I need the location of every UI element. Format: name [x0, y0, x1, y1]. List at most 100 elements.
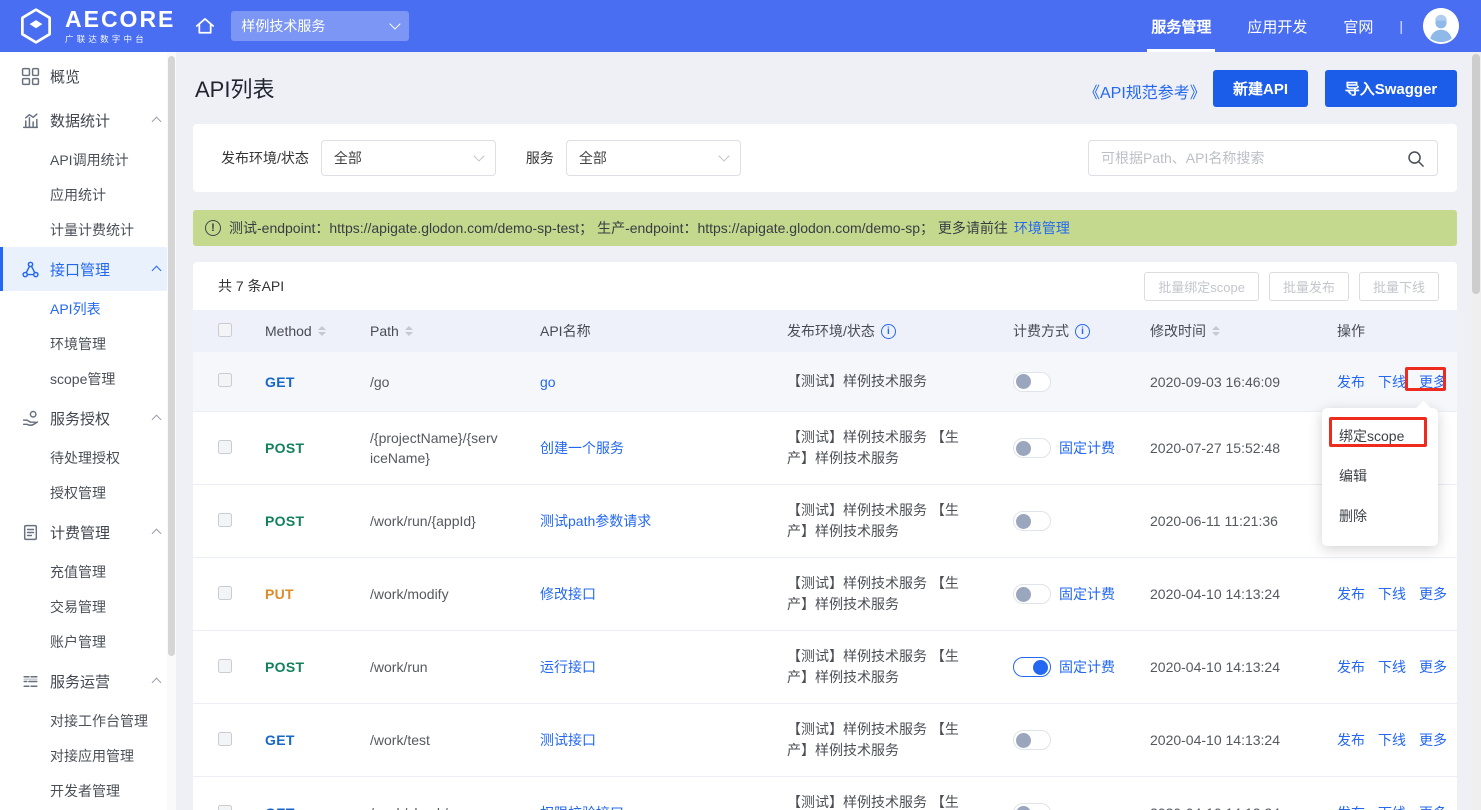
sidebar-item[interactable]: 计量计费统计 [0, 212, 176, 247]
billing-toggle[interactable] [1013, 511, 1051, 531]
action-link[interactable]: 更多 [1419, 803, 1447, 810]
sort-icon[interactable] [1212, 326, 1220, 336]
action-link[interactable]: 发布 [1337, 584, 1365, 604]
row-checkbox[interactable] [218, 732, 232, 746]
action-link[interactable]: 下线 [1378, 730, 1406, 750]
sort-icon[interactable] [318, 326, 326, 336]
action-link[interactable]: 更多 [1419, 584, 1447, 604]
api-name-link[interactable]: 修改接口 [540, 586, 596, 602]
search-input[interactable] [1089, 150, 1406, 166]
billing-toggle[interactable] [1013, 438, 1051, 458]
search-box [1088, 140, 1438, 176]
row-checkbox[interactable] [218, 586, 232, 600]
sidebar-item[interactable]: 待处理授权 [0, 440, 176, 475]
env-status-cell: 【测试】样例技术服务 【生产】样例技术服务 [787, 573, 1013, 615]
billing-toggle[interactable] [1013, 730, 1051, 750]
action-link[interactable]: 发布 [1337, 372, 1365, 392]
env-manage-link[interactable]: 环境管理 [1014, 218, 1070, 238]
action-link[interactable]: 下线 [1378, 372, 1406, 392]
path-cell: /work/run/{appId} [370, 511, 540, 531]
select-all-checkbox[interactable] [218, 323, 232, 337]
home-icon[interactable] [193, 14, 217, 38]
action-link[interactable]: 发布 [1337, 657, 1365, 677]
path-cell: /go [370, 372, 540, 392]
topbar-nav-item[interactable]: 服务管理 [1151, 0, 1211, 52]
method-cell: PUT [265, 586, 370, 602]
sidebar-group[interactable]: 服务运营 [0, 659, 176, 703]
sidebar-item[interactable]: 充值管理 [0, 554, 176, 589]
action-link[interactable]: 更多 [1419, 657, 1447, 677]
sidebar-item[interactable]: 开发者管理 [0, 773, 176, 808]
menu-item[interactable]: 绑定scope [1322, 416, 1438, 456]
row-checkbox[interactable] [218, 440, 232, 454]
action-link[interactable]: 发布 [1337, 803, 1365, 810]
billing-type-link[interactable]: 固定计费 [1059, 657, 1115, 677]
billing-toggle[interactable] [1013, 657, 1051, 677]
row-checkbox-cell [218, 513, 265, 530]
billing-toggle[interactable] [1013, 584, 1051, 604]
topbar-nav-item[interactable]: 应用开发 [1247, 0, 1307, 52]
avatar[interactable] [1423, 8, 1459, 44]
action-link[interactable]: 下线 [1378, 803, 1406, 810]
sidebar-group[interactable]: 概览 [0, 54, 176, 98]
billing-type-link[interactable]: 固定计费 [1059, 438, 1115, 458]
action-link[interactable]: 更多 [1419, 730, 1447, 750]
batch-button[interactable]: 批量下线 [1359, 272, 1439, 301]
service-filter-select[interactable]: 全部 [566, 140, 741, 176]
search-icon[interactable] [1406, 149, 1425, 168]
page-scrollbar-thumb[interactable] [1472, 54, 1480, 294]
row-checkbox[interactable] [218, 513, 232, 527]
modified-time: 2020-09-03 16:46:09 [1150, 374, 1337, 390]
action-link[interactable]: 发布 [1337, 730, 1365, 750]
chevron-up-icon [152, 266, 162, 276]
sidebar-group[interactable]: 计费管理 [0, 510, 176, 554]
env-filter-select[interactable]: 全部 [321, 140, 496, 176]
actions-cell: 发布下线更多 [1337, 657, 1457, 677]
api-name-link[interactable]: 创建一个服务 [540, 440, 624, 456]
sidebar-item[interactable]: scope管理 [0, 361, 176, 396]
sidebar-scrollbar[interactable] [167, 52, 176, 810]
billing-toggle[interactable] [1013, 803, 1051, 810]
sidebar-item[interactable]: 环境管理 [0, 326, 176, 361]
sidebar-item[interactable]: 账户管理 [0, 624, 176, 659]
sidebar-item[interactable]: 应用统计 [0, 177, 176, 212]
sidebar-item[interactable]: 对接应用管理 [0, 738, 176, 773]
sidebar-group-label: 服务运营 [50, 671, 110, 692]
row-checkbox[interactable] [218, 805, 232, 810]
sidebar-group[interactable]: 接口管理 [0, 247, 176, 291]
api-name-link[interactable]: go [540, 374, 556, 390]
api-name-link[interactable]: 运行接口 [540, 659, 596, 675]
sidebar-scrollbar-thumb[interactable] [168, 56, 175, 656]
chevron-up-icon [152, 529, 162, 539]
logo: AECORE 广联达数字中台 [0, 6, 175, 46]
sidebar-group[interactable]: 服务授权 [0, 396, 176, 440]
page-scrollbar[interactable] [1471, 52, 1481, 810]
row-checkbox[interactable] [218, 373, 232, 387]
sidebar-item[interactable]: API列表 [0, 291, 176, 326]
api-name-link[interactable]: 测试接口 [540, 732, 596, 748]
menu-item[interactable]: 编辑 [1322, 456, 1438, 496]
api-spec-link[interactable]: 《API规范参考》 [1084, 79, 1206, 103]
sidebar-group[interactable]: 数据统计 [0, 98, 176, 142]
billing-type-link[interactable]: 固定计费 [1059, 584, 1115, 604]
action-link[interactable]: 下线 [1378, 584, 1406, 604]
action-link[interactable]: 下线 [1378, 657, 1406, 677]
new-api-button[interactable]: 新建API [1213, 70, 1308, 107]
batch-button[interactable]: 批量发布 [1269, 272, 1349, 301]
sidebar-item[interactable]: API调用统计 [0, 142, 176, 177]
action-link[interactable]: 更多 [1419, 372, 1447, 392]
row-checkbox[interactable] [218, 659, 232, 673]
api-name-link[interactable]: 测试path参数请求 [540, 513, 651, 529]
batch-button[interactable]: 批量绑定scope [1144, 272, 1259, 301]
billing-toggle[interactable] [1013, 372, 1051, 392]
api-name-link[interactable]: 权限校验接口 [540, 805, 624, 810]
topbar-nav-item[interactable]: 官网 [1343, 0, 1373, 52]
menu-item[interactable]: 删除 [1322, 496, 1438, 536]
service-selector[interactable]: 样例技术服务 [231, 11, 409, 41]
sort-icon[interactable] [405, 326, 413, 336]
import-swagger-button[interactable]: 导入Swagger [1325, 70, 1457, 107]
sidebar-item[interactable]: 对接工作台管理 [0, 703, 176, 738]
sidebar-item[interactable]: 授权管理 [0, 475, 176, 510]
sidebar-item[interactable]: 交易管理 [0, 589, 176, 624]
modified-time: 2020-04-10 14:13:24 [1150, 732, 1337, 748]
